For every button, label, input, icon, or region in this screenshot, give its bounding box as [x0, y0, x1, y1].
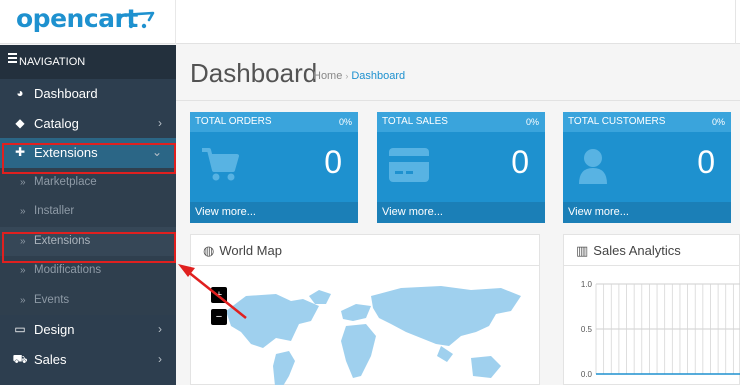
annotation-arrow	[178, 264, 247, 319]
